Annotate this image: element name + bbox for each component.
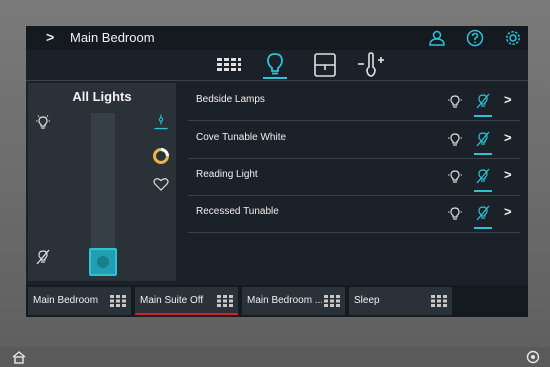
bulb-on-icon[interactable]	[446, 167, 464, 185]
selected-state-indicator	[474, 115, 492, 117]
brightness-mode-icon[interactable]	[152, 113, 170, 131]
scene-label: Main Suite Off	[140, 295, 204, 306]
brightness-slider-handle[interactable]	[89, 248, 117, 276]
all-lights-panel: All Lights	[28, 83, 176, 281]
light-name: Bedside Lamps	[196, 94, 265, 105]
gear-icon[interactable]	[504, 29, 522, 47]
thermostat-icon	[358, 52, 384, 77]
user-icon[interactable]	[428, 29, 446, 47]
home-icon[interactable]	[12, 350, 26, 364]
selected-state-indicator	[474, 227, 492, 229]
touch-screen: > Main Bedroom All Lights Bedside Lamps …	[26, 26, 528, 317]
light-row[interactable]: Reading Light >	[188, 158, 520, 196]
scene-button[interactable]: Main Bedroom	[28, 287, 131, 315]
keypad-icon	[217, 58, 241, 71]
keypad-icon	[324, 295, 340, 307]
keypad-icon	[431, 295, 447, 307]
bulb-off-icon[interactable]	[474, 130, 492, 148]
bulb-on-icon[interactable]	[446, 204, 464, 222]
slider-handle-dot	[97, 256, 109, 268]
selected-state-indicator	[474, 190, 492, 192]
header: > Main Bedroom	[26, 26, 528, 50]
favorite-heart-icon[interactable]	[152, 175, 170, 193]
row-chevron[interactable]: >	[504, 167, 512, 182]
bulb-off-icon[interactable]	[474, 204, 492, 222]
power-icon[interactable]	[526, 350, 540, 364]
lightbulb-icon	[267, 53, 283, 75]
scene-button[interactable]: Main Suite Off	[135, 287, 238, 315]
light-row[interactable]: Bedside Lamps >	[188, 83, 520, 121]
tab-keypad[interactable]	[214, 52, 244, 78]
light-row[interactable]: Recessed Tunable >	[188, 195, 520, 233]
keypad-icon	[110, 295, 126, 307]
device-tab-bar	[26, 50, 528, 81]
tab-lights[interactable]	[260, 52, 290, 79]
scene-button[interactable]: Sleep	[349, 287, 452, 315]
light-name: Recessed Tunable	[196, 206, 279, 217]
keypad-icon	[217, 295, 233, 307]
row-chevron[interactable]: >	[504, 130, 512, 145]
selected-state-indicator	[474, 153, 492, 155]
scene-label: Main Bedroom ...	[247, 295, 322, 306]
bulb-on-icon[interactable]	[34, 113, 52, 131]
tab-shades[interactable]	[310, 52, 340, 78]
scene-label: Main Bedroom	[33, 295, 99, 306]
light-row[interactable]: Cove Tunable White >	[188, 121, 520, 159]
bulb-off-icon[interactable]	[474, 167, 492, 185]
row-chevron[interactable]: >	[504, 204, 512, 219]
scene-label: Sleep	[354, 295, 380, 306]
panel-title: All Lights	[72, 89, 132, 104]
scene-button[interactable]: Main Bedroom ...	[242, 287, 345, 315]
help-icon[interactable]	[466, 29, 484, 47]
bulb-on-icon[interactable]	[446, 130, 464, 148]
back-chevron[interactable]: >	[46, 29, 54, 45]
bulb-off-icon[interactable]	[474, 92, 492, 110]
room-title: Main Bedroom	[70, 30, 155, 45]
shade-icon	[314, 53, 336, 77]
device-bottom-bar	[0, 347, 550, 367]
light-name: Cove Tunable White	[196, 132, 287, 143]
tab-climate[interactable]	[356, 52, 386, 78]
light-name: Reading Light	[196, 169, 258, 180]
bulb-off-icon[interactable]	[34, 248, 52, 266]
row-chevron[interactable]: >	[504, 92, 512, 107]
bulb-on-icon[interactable]	[446, 92, 464, 110]
scene-bar: Main Bedroom Main Suite Off Main Bedroom…	[26, 285, 528, 317]
color-temperature-icon[interactable]	[152, 147, 170, 165]
